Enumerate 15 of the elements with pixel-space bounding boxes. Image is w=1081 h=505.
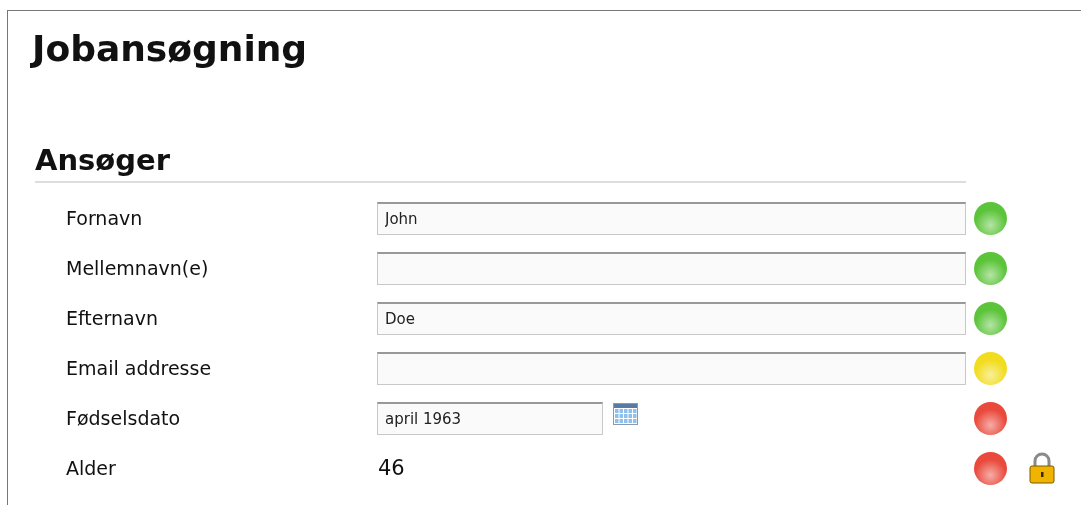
page-title: Jobansøgning xyxy=(32,27,309,71)
field-label: Alder xyxy=(65,457,117,479)
section-heading: Ansøger xyxy=(35,141,966,183)
field-label: Fornavn xyxy=(65,207,144,229)
text-field[interactable]: Doe xyxy=(377,301,966,335)
text-field[interactable]: John xyxy=(377,201,966,235)
field-value: 46 xyxy=(377,456,405,480)
date-field[interactable]: april 1963 xyxy=(377,401,603,435)
field-label: Fødselsdato xyxy=(65,407,182,429)
text-field[interactable] xyxy=(377,351,966,385)
text-field[interactable] xyxy=(377,251,966,285)
field-label: Email addresse xyxy=(65,357,213,379)
field-label: Efternavn xyxy=(65,307,159,329)
calendar-icon[interactable] xyxy=(613,403,638,425)
field-label: Mellemnavn(e) xyxy=(65,257,210,279)
